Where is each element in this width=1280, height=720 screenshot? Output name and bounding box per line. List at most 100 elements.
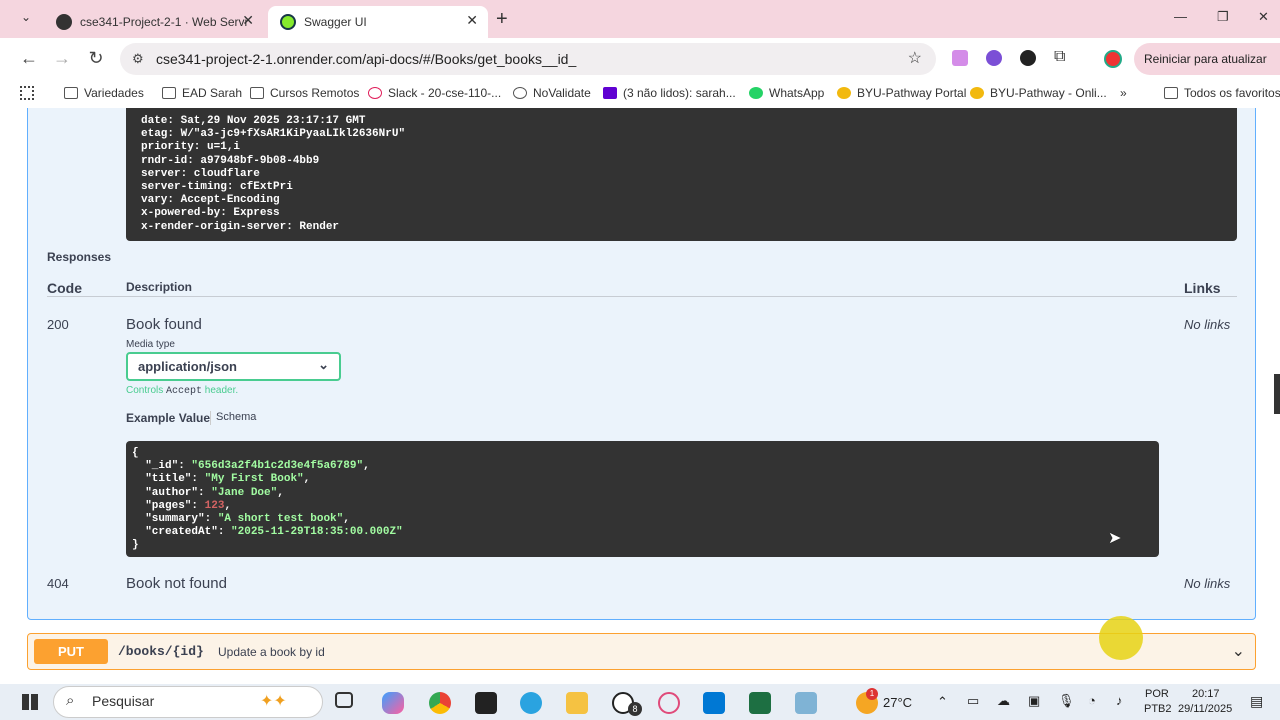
notifications-icon[interactable]: ▤ [1250, 693, 1263, 710]
restore-button[interactable]: ❐ [1217, 9, 1229, 25]
tab-list-dropdown-icon[interactable]: ⌄ [14, 10, 38, 30]
forward-icon[interactable]: → [50, 46, 74, 70]
telegram-icon[interactable] [520, 692, 542, 714]
col-description-header: Description [126, 280, 193, 294]
all-bookmarks-item[interactable]: Todos os favoritos [1164, 86, 1280, 100]
render-favicon-icon [56, 14, 72, 30]
language-indicator[interactable]: POR [1145, 688, 1169, 700]
responses-title: Responses [47, 250, 112, 264]
address-bar[interactable]: ⚙ cse341-project-2-1.onrender.com/api-do… [120, 43, 936, 75]
device-icon[interactable]: ▣ [1028, 693, 1040, 709]
copilot-icon[interactable] [382, 692, 404, 714]
clock-date[interactable]: 29/11/2025 [1178, 703, 1232, 715]
bookmark-item[interactable]: Cursos Remotos [250, 86, 359, 100]
bookmark-item[interactable]: WhatsApp [749, 86, 824, 100]
site-info-icon[interactable]: ⚙ [132, 43, 144, 75]
media-type-label: Media type [126, 339, 175, 350]
close-tab-icon[interactable]: ✕ [242, 12, 254, 29]
clock-time[interactable]: 20:17 [1192, 688, 1220, 700]
mouse-pointer-icon: ➤ [1108, 530, 1122, 547]
put-operation-summary[interactable]: PUT /books/{id} Update a book by id ⌄ [27, 633, 1256, 670]
chrome-icon[interactable] [429, 692, 451, 714]
bookmark-item[interactable]: BYU-Pathway - Onli... [970, 86, 1107, 100]
extension-icon[interactable] [986, 50, 1002, 66]
file-explorer-icon[interactable] [566, 692, 588, 714]
response-description: Book found [126, 316, 202, 333]
col-code-header: Code [47, 280, 82, 296]
search-icon: ⌕ [66, 692, 75, 709]
tab-schema[interactable]: Schema [216, 411, 256, 423]
minimize-button[interactable]: — [1174, 9, 1187, 24]
swagger-favicon-icon [280, 14, 296, 30]
close-window-button[interactable]: ✕ [1258, 9, 1269, 25]
chevron-down-icon[interactable]: ⌄ [1232, 641, 1245, 661]
excel-icon[interactable] [749, 692, 771, 714]
profile-avatar[interactable] [1104, 50, 1122, 68]
microphone-icon[interactable]: 🎙 [1058, 693, 1075, 709]
folder-icon [162, 87, 176, 99]
chevron-up-icon[interactable]: ⌃ [937, 694, 948, 710]
bookmarks-bar: Variedades EAD Sarah Cursos Remotos Slac… [0, 80, 1280, 108]
windows-taskbar: ⌕ Pesquisar ✦✦ 8 1 27°C ⌃ ▭ ☁ ▣ 🎙 ◔ ♪ PO… [0, 684, 1280, 720]
bookmark-item[interactable]: BYU-Pathway Portal [837, 86, 966, 100]
wifi-icon[interactable]: ◔ [1088, 693, 1096, 708]
whatsapp-icon [749, 87, 763, 99]
weather-badge: 1 [866, 688, 878, 700]
volume-icon[interactable]: ♪ [1116, 693, 1123, 708]
bookmark-item[interactable]: NoValidate [513, 86, 591, 100]
response-code: 200 [47, 317, 69, 332]
put-path: /books/{id} [118, 644, 204, 659]
byu-icon [970, 87, 984, 99]
put-method-badge: PUT [34, 639, 108, 664]
new-tab-button[interactable]: + [496, 8, 508, 31]
task-view-icon[interactable] [335, 692, 353, 708]
tab-web-service[interactable]: cse341-Project-2-1 · Web Servi ✕ [44, 6, 264, 38]
battery-icon[interactable]: ▭ [967, 693, 979, 709]
vscode-icon[interactable] [703, 692, 725, 714]
byu-icon [837, 87, 851, 99]
app-icon[interactable] [795, 692, 817, 714]
response-links: No links [1184, 576, 1231, 591]
controls-accept-note: Controls Accept header. [126, 385, 239, 397]
globe-icon [513, 87, 527, 99]
browser-toolbar: ← → ↻ ⚙ cse341-project-2-1.onrender.com/… [0, 38, 1280, 80]
extensions-puzzle-icon[interactable]: ⧉ [1054, 48, 1065, 66]
onedrive-icon[interactable]: ☁ [997, 693, 1010, 709]
response-description: Book not found [126, 575, 227, 592]
apps-grid-icon[interactable] [20, 86, 34, 100]
tab-example-value[interactable]: Example Value [126, 411, 210, 425]
reload-icon[interactable]: ↻ [84, 46, 108, 70]
put-summary: Update a book by id [218, 645, 325, 659]
response-code: 404 [47, 576, 69, 591]
folder-icon [64, 87, 78, 99]
windows-start-icon[interactable] [22, 694, 38, 710]
scrollbar-thumb[interactable] [1274, 374, 1280, 414]
response-links: No links [1184, 317, 1231, 332]
keyboard-layout[interactable]: PTB2 [1144, 703, 1172, 715]
media-type-select[interactable]: application/json ⌄ [126, 352, 341, 381]
bookmark-item[interactable]: (3 não lidos): sarah... [603, 86, 736, 100]
table-divider [47, 296, 1237, 297]
example-value-code: { "_id": "656d3a2f4b1c2d3e4f5a6789", "ti… [126, 441, 1159, 557]
url-text: cse341-project-2-1.onrender.com/api-docs… [156, 51, 577, 67]
weather-temperature[interactable]: 27°C [883, 695, 912, 710]
more-bookmarks-button[interactable]: » [1120, 86, 1127, 100]
notes-icon[interactable] [475, 692, 497, 714]
response-headers-block: date: Sat,29 Nov 2025 23:17:17 GMT etag: … [126, 108, 1237, 241]
cursor-highlight [1099, 616, 1143, 660]
browser-tab-bar: ⌄ cse341-Project-2-1 · Web Servi ✕ Swagg… [0, 0, 1280, 38]
search-highlight-icon: ✦✦ [260, 693, 287, 710]
taskbar-search-input[interactable]: ⌕ Pesquisar ✦✦ [53, 686, 323, 718]
bookmark-star-icon[interactable]: ☆ [908, 43, 922, 75]
extension-icon[interactable] [952, 50, 968, 66]
bookmark-item[interactable]: Slack - 20-cse-110-... [368, 86, 501, 100]
page-scrollbar[interactable] [1268, 108, 1280, 684]
restart-to-update-button[interactable]: Reiniciar para atualizar [1134, 43, 1280, 75]
tab-swagger-ui[interactable]: Swagger UI ✕ [268, 6, 488, 38]
back-icon[interactable]: ← [17, 46, 41, 70]
bookmark-item[interactable]: EAD Sarah [162, 86, 242, 100]
bookmark-item[interactable]: Variedades [64, 86, 144, 100]
snipping-tool-icon[interactable] [658, 692, 680, 714]
close-tab-icon[interactable]: ✕ [466, 12, 478, 29]
extension-icon[interactable] [1020, 50, 1036, 66]
